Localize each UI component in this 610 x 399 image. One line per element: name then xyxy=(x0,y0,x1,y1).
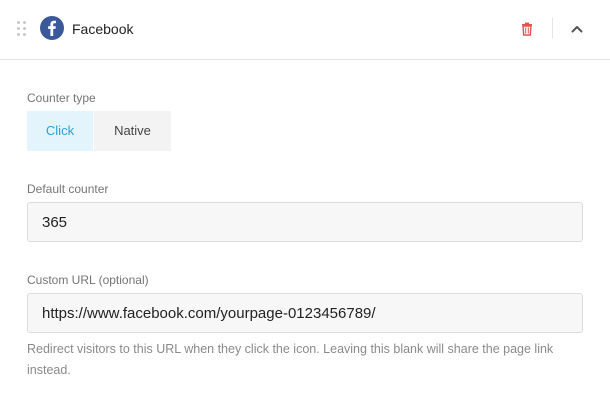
chevron-up-icon xyxy=(571,26,583,33)
default-counter-label: Default counter xyxy=(27,182,109,196)
delete-button[interactable] xyxy=(519,21,535,37)
counter-type-label: Counter type xyxy=(27,91,96,105)
custom-url-help-text: Redirect visitors to this URL when they … xyxy=(27,342,554,377)
custom-url-input[interactable] xyxy=(27,293,583,333)
counter-type-native-option[interactable]: Native xyxy=(94,111,171,151)
counter-type-click-option[interactable]: Click xyxy=(27,111,93,151)
facebook-icon xyxy=(40,16,64,40)
header-divider xyxy=(552,18,553,38)
network-item-header: Facebook xyxy=(0,0,610,60)
trash-icon xyxy=(522,22,532,36)
drag-handle-icon[interactable] xyxy=(17,21,27,37)
network-name: Facebook xyxy=(72,21,134,37)
default-counter-input[interactable] xyxy=(27,202,583,242)
collapse-button[interactable] xyxy=(569,21,585,37)
custom-url-label: Custom URL (optional) xyxy=(27,273,149,287)
